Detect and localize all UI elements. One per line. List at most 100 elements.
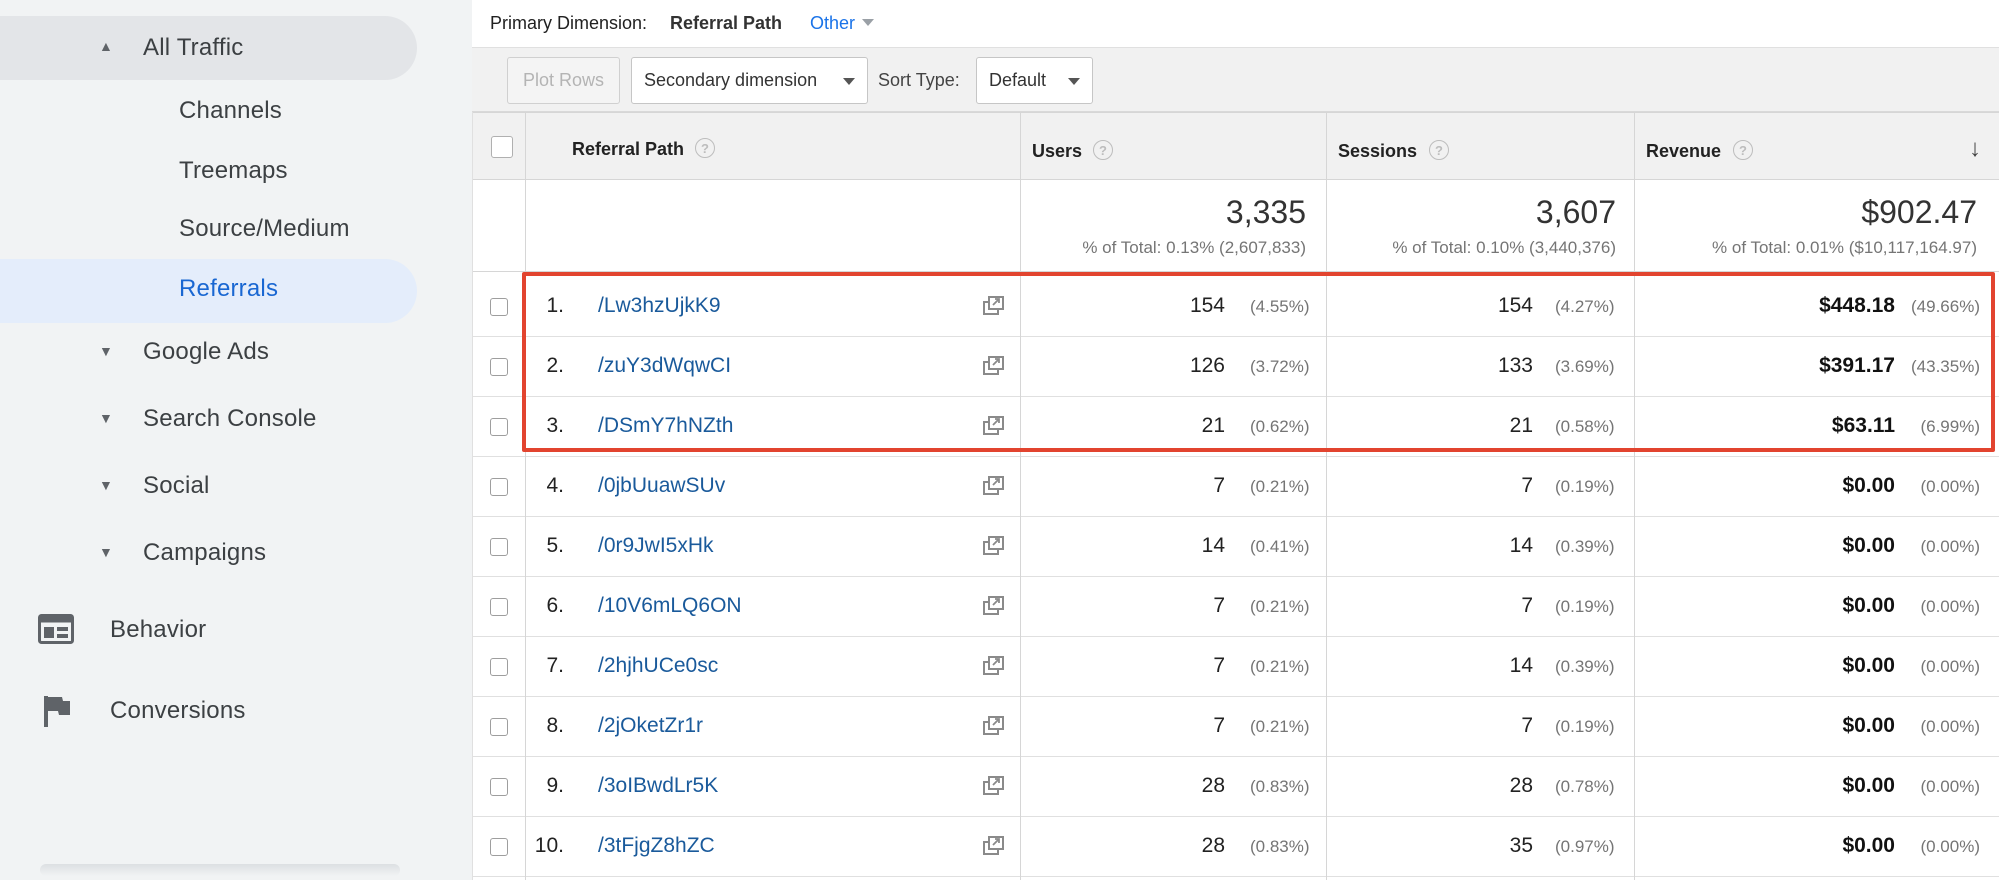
table-row[interactable]: 5. /0r9JwI5xHk 14 (0.41%) 14 (0.39%) $0.00 (0.0… (472, 517, 1999, 577)
nav-conversions[interactable]: Conversions (110, 681, 246, 741)
nav-google-ads-label: Google Ads (143, 338, 270, 365)
open-external-icon[interactable] (983, 416, 1005, 436)
other-dimension-link[interactable]: Other (810, 13, 855, 34)
row-checkbox[interactable] (490, 718, 508, 736)
primary-dimension-label: Primary Dimension: (490, 13, 648, 33)
nav-treemaps[interactable]: Treemaps (179, 141, 288, 201)
row-checkbox[interactable] (490, 538, 508, 556)
header-sessions[interactable]: Sessions (1338, 141, 1417, 162)
row-checkbox[interactable] (490, 478, 508, 496)
table-row[interactable]: 3. /DSmY7hNZth 21 (0.62%) 21 (0.58%) $63.11 (6.… (472, 397, 1999, 457)
open-external-icon[interactable] (983, 476, 1005, 496)
referral-path-link[interactable]: /3oIBwdLr5K (598, 774, 718, 798)
open-external-icon[interactable] (983, 536, 1005, 556)
users-value: 7 (1213, 714, 1225, 737)
total-revenue-pct: % of Total: 0.01% ($10,117,164.97) (1712, 238, 1977, 257)
row-checkbox[interactable] (490, 418, 508, 436)
revenue-pct: (0.00%) (1920, 837, 1980, 856)
table-row[interactable]: 10. /3tFjgZ8hZC 28 (0.83%) 35 (0.97%) $0.00 (0.… (472, 817, 1999, 877)
referral-path-link[interactable]: /2jOketZr1r (598, 714, 703, 738)
open-external-icon[interactable] (983, 776, 1005, 796)
table-row[interactable]: 1. /Lw3hzUjkK9 154 (4.55%) 154 (4.27%) $448.18… (472, 277, 1999, 337)
column-divider (472, 112, 473, 880)
sessions-value: 28 (1509, 774, 1533, 797)
sessions-pct: (0.97%) (1555, 837, 1615, 856)
nav-all-traffic[interactable]: All Traffic (143, 18, 243, 78)
open-external-icon[interactable] (983, 716, 1005, 736)
expand-triangle-icon[interactable]: ▼ (99, 343, 113, 359)
nav-channels[interactable]: Channels (179, 81, 282, 141)
open-external-icon[interactable] (983, 656, 1005, 676)
secondary-dimension-dropdown[interactable]: Secondary dimension (631, 57, 868, 104)
chevron-down-icon[interactable] (862, 19, 874, 26)
sessions-pct: (0.78%) (1555, 777, 1615, 796)
users-pct: (0.21%) (1250, 597, 1310, 616)
sort-descending-arrow-icon[interactable]: ↓ (1969, 135, 1981, 163)
expand-triangle-icon[interactable]: ▼ (99, 410, 113, 426)
table-row[interactable]: 7. /2hjhUCe0sc 7 (0.21%) 14 (0.39%) $0.00 (0.00… (472, 637, 1999, 697)
select-all-checkbox[interactable] (491, 136, 513, 158)
referral-path-link[interactable]: /2hjhUCe0sc (598, 654, 718, 678)
row-checkbox[interactable] (490, 598, 508, 616)
sort-type-dropdown[interactable]: Default (976, 57, 1093, 104)
nav-social[interactable]: Social (143, 456, 210, 516)
help-icon[interactable]: ? (695, 138, 715, 158)
referral-path-link[interactable]: /zuY3dWqwCI (598, 354, 731, 378)
revenue-value: $0.00 (1842, 834, 1895, 857)
row-checkbox[interactable] (490, 778, 508, 796)
table-row[interactable]: 6. /10V6mLQ6ON 7 (0.21%) 7 (0.19%) $0.00 (0.00%… (472, 577, 1999, 637)
open-external-icon[interactable] (983, 296, 1005, 316)
revenue-value: $63.11 (1831, 414, 1895, 437)
referral-path-link[interactable]: /0jbUuawSUv (598, 474, 725, 498)
revenue-pct: (0.00%) (1920, 477, 1980, 496)
scroll-shadow (40, 864, 400, 876)
nav-behavior[interactable]: Behavior (110, 600, 206, 660)
referral-path-link[interactable]: /10V6mLQ6ON (598, 594, 742, 618)
open-external-icon[interactable] (983, 836, 1005, 856)
row-checkbox[interactable] (490, 838, 508, 856)
row-checkbox[interactable] (490, 358, 508, 376)
revenue-value: $0.00 (1842, 714, 1895, 737)
header-revenue[interactable]: Revenue (1646, 141, 1721, 162)
help-icon[interactable]: ? (1429, 140, 1449, 160)
column-divider (525, 112, 526, 880)
row-checkbox[interactable] (490, 298, 508, 316)
users-value: 28 (1201, 834, 1225, 857)
expand-triangle-icon[interactable]: ▼ (99, 544, 113, 560)
header-referral-path[interactable]: Referral Path (572, 139, 684, 160)
flag-icon (44, 696, 70, 727)
nav-all-traffic-label: All Traffic (143, 34, 244, 61)
referral-path-link[interactable]: /3tFjgZ8hZC (598, 834, 715, 858)
plot-rows-button[interactable]: Plot Rows (507, 57, 620, 104)
referral-path-link[interactable]: /Lw3hzUjkK9 (598, 294, 721, 318)
row-index: 1. (546, 294, 564, 317)
table-row[interactable]: 2. /zuY3dWqwCI 126 (3.72%) 133 (3.69%) $391.17… (472, 337, 1999, 397)
nav-source-medium[interactable]: Source/Medium (179, 199, 350, 259)
row-checkbox[interactable] (490, 658, 508, 676)
help-icon[interactable]: ? (1093, 140, 1113, 160)
table-row[interactable]: 9. /3oIBwdLr5K 28 (0.83%) 28 (0.78%) $0.00 (0.0… (472, 757, 1999, 817)
users-pct: (0.83%) (1250, 837, 1310, 856)
revenue-pct: (0.00%) (1920, 777, 1980, 796)
table-row[interactable]: 4. /0jbUuawSUv 7 (0.21%) 7 (0.19%) $0.00 (0.00%… (472, 457, 1999, 517)
nav-search-console-label: Search Console (143, 405, 317, 432)
sessions-pct: (0.19%) (1555, 717, 1615, 736)
nav-campaigns[interactable]: Campaigns (143, 523, 266, 583)
nav-search-console[interactable]: Search Console (143, 389, 317, 449)
table-row[interactable]: 8. /2jOketZr1r 7 (0.21%) 7 (0.19%) $0.00 (0.00%… (472, 697, 1999, 757)
sessions-value: 14 (1509, 534, 1533, 557)
open-external-icon[interactable] (983, 596, 1005, 616)
expand-triangle-icon[interactable]: ▼ (99, 477, 113, 493)
help-icon[interactable]: ? (1733, 140, 1753, 160)
column-divider (1634, 112, 1635, 880)
referral-path-link[interactable]: /DSmY7hNZth (598, 414, 733, 438)
nav-google-ads[interactable]: Google Ads (143, 322, 269, 382)
collapse-triangle-icon[interactable]: ▲ (99, 38, 113, 54)
revenue-pct: (0.00%) (1920, 717, 1980, 736)
nav-referrals[interactable]: Referrals (179, 259, 278, 319)
nav-treemaps-label: Treemaps (179, 157, 288, 184)
referral-path-link[interactable]: /0r9JwI5xHk (598, 534, 714, 558)
open-external-icon[interactable] (983, 356, 1005, 376)
header-users[interactable]: Users (1032, 141, 1082, 162)
total-revenue: $902.47 (1861, 194, 1977, 230)
